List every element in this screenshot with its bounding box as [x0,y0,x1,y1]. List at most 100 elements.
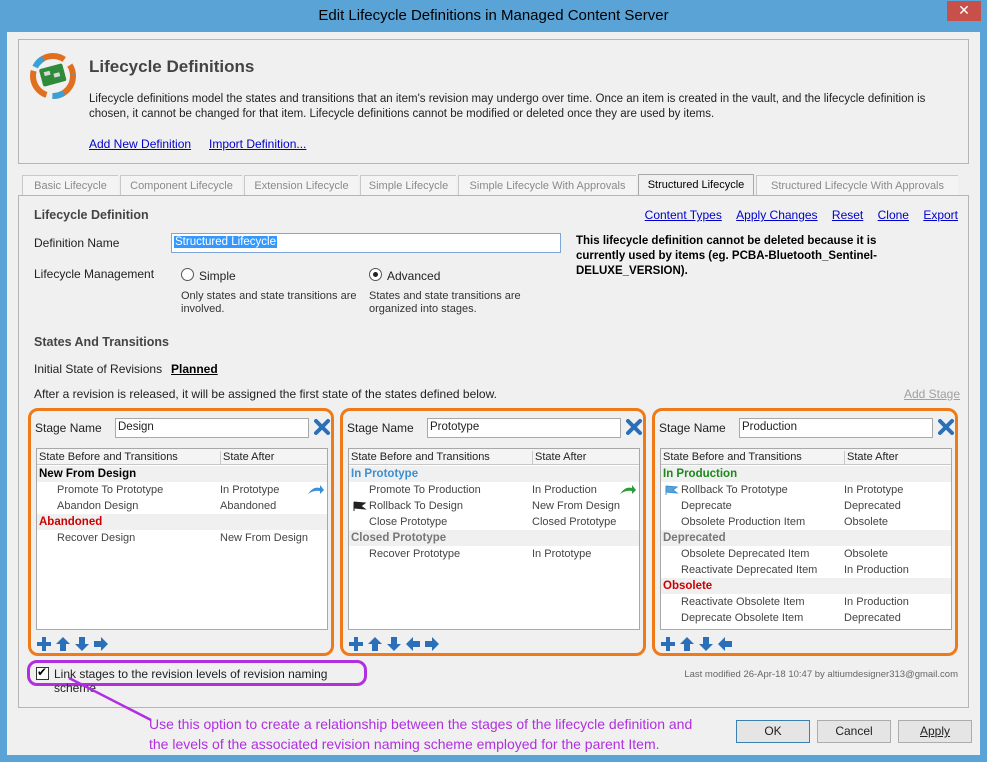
col-state-before[interactable]: State Before and Transitions [351,451,490,463]
col-state-after[interactable]: State After [844,451,898,465]
definition-name-input[interactable]: Structured Lifecycle [171,233,561,253]
import-definition-link[interactable]: Import Definition... [209,137,306,151]
grid-header: State Before and Transitions State After [37,449,327,465]
initial-state-value[interactable]: Planned [171,362,218,376]
move-right-icon[interactable] [93,636,109,652]
transitions-grid[interactable]: State Before and Transitions State After… [36,448,328,630]
state-row[interactable]: In Production [661,466,951,482]
delete-stage-icon[interactable] [937,418,955,436]
move-left-icon[interactable] [717,636,733,652]
rollback-flag-icon [665,485,679,495]
add-new-definition-link[interactable]: Add New Definition [89,137,191,151]
simple-radio-label[interactable]: Simple [199,269,236,283]
close-button[interactable]: ✕ [947,1,981,21]
delete-stage-icon[interactable] [313,418,331,436]
tab-panel: Lifecycle Definition Content Types Apply… [18,195,969,708]
transitions-grid[interactable]: State Before and Transitions State After… [660,448,952,630]
export-link[interactable]: Export [923,208,958,222]
transition-row[interactable]: Deprecate Deprecated [661,498,951,514]
tab-extension-lifecycle[interactable]: Extension Lifecycle [244,175,358,195]
initial-state-label: Initial State of Revisions [34,362,163,376]
tab-simple-lifecycle-approvals[interactable]: Simple Lifecycle With Approvals [458,175,636,195]
col-state-after[interactable]: State After [220,451,274,465]
move-up-icon[interactable] [367,636,383,652]
col-state-before[interactable]: State Before and Transitions [39,451,178,463]
col-state-after[interactable]: State After [532,451,586,465]
dialog-window: Edit Lifecycle Definitions in Managed Co… [0,0,987,762]
state-row[interactable]: Deprecated [661,530,951,546]
apply-changes-link[interactable]: Apply Changes [736,208,817,222]
in-use-warning: This lifecycle definition cannot be dele… [576,235,877,277]
last-modified-text: Last modified 26-Apr-18 10:47 by altiumd… [684,669,958,680]
tab-component-lifecycle[interactable]: Component Lifecycle [120,175,242,195]
add-icon[interactable] [36,636,52,652]
stage-name-label: Stage Name [347,421,414,435]
transition-row[interactable]: Promote To Production In Production [349,482,639,498]
clone-link[interactable]: Clone [878,208,909,222]
move-right-icon[interactable] [424,636,440,652]
transition-row[interactable]: Reactivate Obsolete Item In Production [661,594,951,610]
transition-row[interactable]: Recover Prototype In Prototype [349,546,639,562]
tab-basic-lifecycle[interactable]: Basic Lifecycle [22,175,118,195]
link-stages-checkbox[interactable] [36,665,49,680]
stage-prototype: Stage Name Prototype State Before and Tr… [340,408,646,656]
add-stage-link: Add Stage [903,387,960,401]
cancel-button[interactable]: Cancel [817,720,891,743]
transition-row[interactable]: Rollback To Design New From Design [349,498,639,514]
definition-name-value: Structured Lifecycle [174,236,277,248]
tab-structured-lifecycle-approvals[interactable]: Structured Lifecycle With Approvals [756,175,958,195]
apply-button[interactable]: Apply [898,720,972,743]
header-panel: Lifecycle Definitions Lifecycle definiti… [18,39,969,164]
stage-name-input[interactable]: Design [115,418,309,438]
transition-row[interactable]: Rollback To Prototype In Prototype [661,482,951,498]
ok-button[interactable]: OK [736,720,810,743]
delete-stage-icon[interactable] [625,418,643,436]
callout-line-1: Use this option to create a relationship… [149,716,693,732]
transition-row[interactable]: Reactivate Deprecated Item In Production [661,562,951,578]
move-down-icon[interactable] [698,636,714,652]
move-down-icon[interactable] [74,636,90,652]
transition-row[interactable]: Promote To Prototype In Prototype [37,482,327,498]
move-up-icon[interactable] [679,636,695,652]
stage-production: Stage Name Production State Before and T… [652,408,958,656]
state-row[interactable]: New From Design [37,466,327,482]
transition-row[interactable]: Abandon Design Abandoned [37,498,327,514]
state-row[interactable]: Closed Prototype [349,530,639,546]
tab-simple-lifecycle[interactable]: Simple Lifecycle [360,175,456,195]
transition-row[interactable]: Recover Design New From Design [37,530,327,546]
header-description: Lifecycle definitions model the states a… [89,93,926,120]
transition-row[interactable]: Obsolete Production Item Obsolete [661,514,951,530]
states-transitions-heading: States And Transitions [34,335,169,349]
state-row[interactable]: Obsolete [661,578,951,594]
advanced-radio-label[interactable]: Advanced [387,269,440,283]
content-types-link[interactable]: Content Types [645,208,722,222]
transition-row[interactable]: Deprecate Obsolete Item Deprecated [661,610,951,626]
reset-link[interactable]: Reset [832,208,863,222]
tab-structured-lifecycle[interactable]: Structured Lifecycle [638,174,754,196]
state-row[interactable]: Abandoned [37,514,327,530]
simple-description: Only states and state transitions are in… [181,290,357,315]
transition-row[interactable]: Obsolete Deprecated Item Obsolete [661,546,951,562]
lifecycle-icon [30,53,76,99]
add-icon[interactable] [348,636,364,652]
col-state-before[interactable]: State Before and Transitions [663,451,802,463]
simple-radio[interactable] [181,268,194,281]
move-up-icon[interactable] [55,636,71,652]
stage-design: Stage Name Design State Before and Trans… [28,408,334,656]
definition-actions: Content Types Apply Changes Reset Clone … [634,208,958,222]
stage-name-input[interactable]: Production [739,418,933,438]
move-left-icon[interactable] [405,636,421,652]
advanced-radio[interactable] [369,268,382,281]
lifecycle-management-label: Lifecycle Management [34,267,155,281]
window-title: Edit Lifecycle Definitions in Managed Co… [318,7,669,24]
advanced-description: States and state transitions are organiz… [369,290,521,315]
title-bar[interactable]: Edit Lifecycle Definitions in Managed Co… [0,0,987,32]
transitions-grid[interactable]: State Before and Transitions State After… [348,448,640,630]
transition-row[interactable]: Close Prototype Closed Prototype [349,514,639,530]
release-note: After a revision is released, it will be… [34,387,497,401]
stage-name-input[interactable]: Prototype [427,418,621,438]
add-icon[interactable] [660,636,676,652]
move-down-icon[interactable] [386,636,402,652]
stage-name-label: Stage Name [35,421,102,435]
state-row[interactable]: In Prototype [349,466,639,482]
